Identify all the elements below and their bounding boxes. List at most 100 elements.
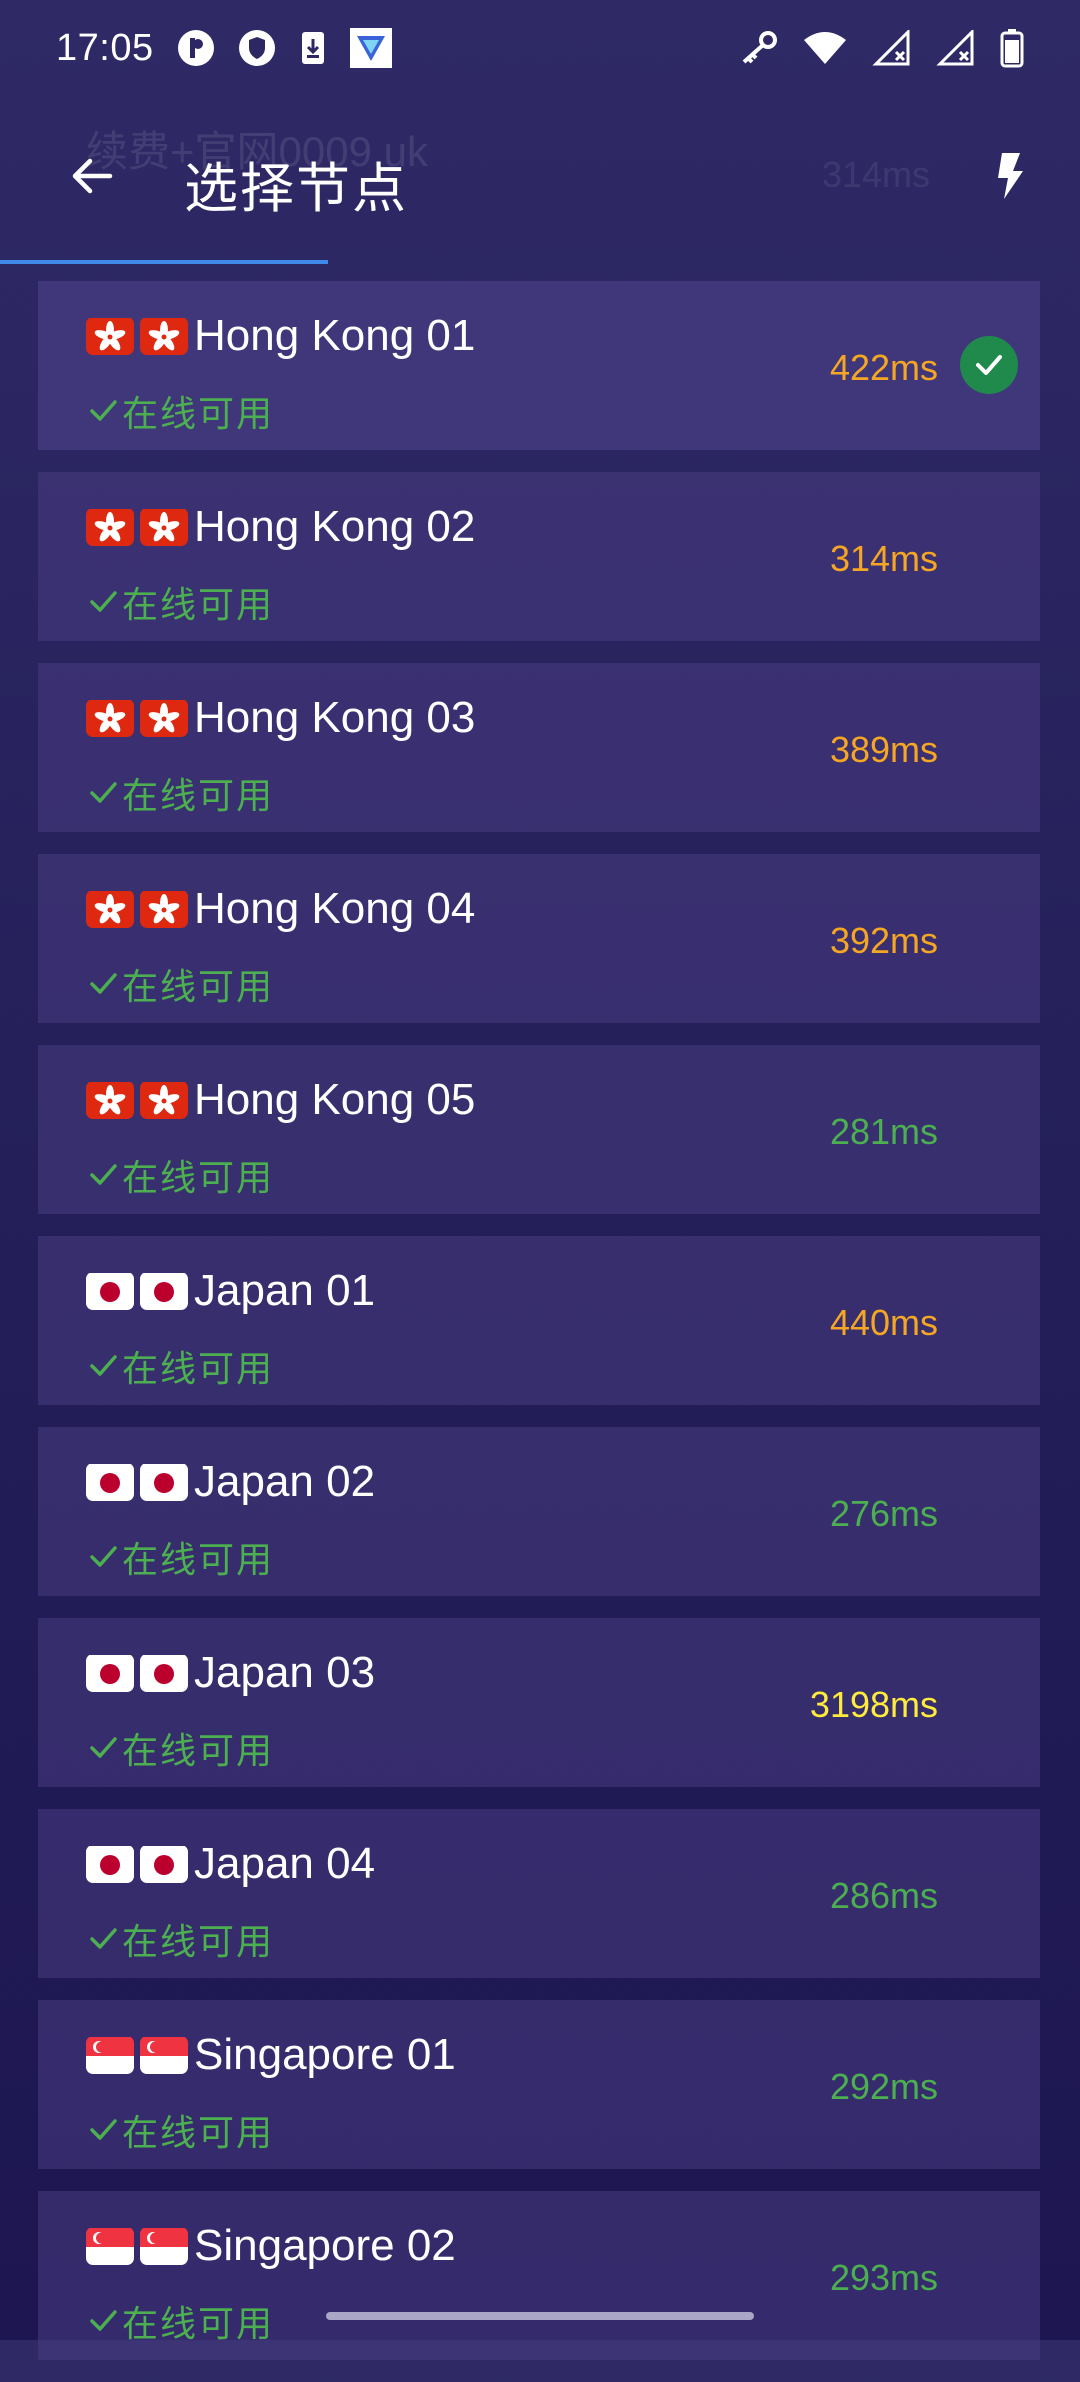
server-status-text: 在线可用: [122, 966, 275, 1007]
server-name: Japan 01: [194, 1266, 376, 1315]
server-name-row: Hong Kong 03: [86, 693, 475, 743]
server-name-row: Singapore 01: [86, 2030, 456, 2080]
hk-flag-icon: [140, 508, 188, 546]
flag-group: [86, 1463, 188, 1501]
back-button[interactable]: [60, 146, 124, 210]
hk-flag-icon: [140, 699, 188, 737]
flag-group: [86, 1654, 188, 1692]
server-name-row: Singapore 02: [86, 2221, 456, 2271]
check-icon: [88, 587, 118, 617]
background-ghost-latency: 314ms: [821, 154, 930, 195]
server-name-row: Hong Kong 01: [86, 311, 475, 361]
server-status-text: 在线可用: [122, 584, 275, 625]
status-left: 17:05: [56, 27, 392, 70]
server-item[interactable]: Hong Kong 02 在线可用 314ms: [38, 472, 1040, 641]
check-icon: [88, 2115, 118, 2145]
server-name: Japan 04: [194, 1839, 376, 1888]
server-latency: 293ms: [829, 2257, 938, 2298]
server-item[interactable]: Singapore 02 在线可用 293ms: [38, 2191, 1040, 2360]
jp-flag-icon: [140, 1845, 188, 1883]
server-item[interactable]: Japan 04 在线可用 286ms: [38, 1809, 1040, 1978]
server-name-row: Hong Kong 04: [86, 884, 475, 934]
flag-group: [86, 2036, 188, 2074]
vpn-app-icon: [349, 28, 392, 68]
hk-flag-icon: [86, 508, 134, 546]
server-latency: 281ms: [829, 1111, 938, 1152]
signal-off-icon: [936, 30, 976, 66]
flash-test-button[interactable]: [978, 146, 1042, 210]
hk-flag-icon: [86, 699, 134, 737]
server-item[interactable]: Japan 03 在线可用 3198ms: [38, 1618, 1040, 1787]
server-item[interactable]: Japan 02 在线可用 276ms: [38, 1427, 1040, 1596]
server-status: 在线可用: [88, 385, 274, 437]
jp-flag-icon: [140, 1463, 188, 1501]
server-name: Hong Kong 02: [194, 502, 476, 551]
server-item[interactable]: Japan 01 在线可用 440ms: [38, 1236, 1040, 1405]
hk-flag-icon: [86, 317, 134, 355]
server-status: 在线可用: [88, 2295, 274, 2347]
back-arrow-icon: [70, 156, 114, 201]
jp-flag-icon: [140, 1654, 188, 1692]
server-status: 在线可用: [88, 1340, 274, 1392]
signal-off-icon: [872, 30, 912, 66]
flag-group: [86, 1845, 188, 1883]
server-status: 在线可用: [88, 958, 274, 1010]
server-latency: 286ms: [829, 1875, 938, 1916]
server-status: 在线可用: [88, 1149, 274, 1201]
sg-flag-icon: [86, 2227, 134, 2265]
server-latency: 292ms: [829, 2066, 938, 2107]
server-item[interactable]: Hong Kong 05 在线可用 281ms: [38, 1045, 1040, 1214]
server-latency: 422ms: [829, 347, 938, 388]
hk-flag-icon: [140, 890, 188, 928]
key-icon: [738, 30, 778, 66]
flag-group: [86, 1272, 188, 1310]
server-name-row: Japan 03: [86, 1648, 375, 1698]
server-status: 在线可用: [88, 1722, 274, 1774]
sg-flag-icon: [86, 2036, 134, 2074]
server-latency: 440ms: [829, 1302, 938, 1343]
server-status-text: 在线可用: [122, 393, 275, 434]
download-box-icon: [298, 29, 328, 67]
server-name: Japan 03: [194, 1648, 376, 1697]
server-item[interactable]: Hong Kong 04 在线可用 392ms: [38, 854, 1040, 1023]
status-right: [738, 28, 1024, 68]
selected-check-icon: [960, 336, 1018, 394]
jp-flag-icon: [86, 1845, 134, 1883]
shield-icon: [238, 28, 276, 68]
check-icon: [88, 396, 118, 426]
jp-flag-icon: [140, 1272, 188, 1310]
server-status: 在线可用: [88, 1531, 274, 1583]
check-icon: [88, 2306, 118, 2336]
server-name: Hong Kong 05: [194, 1075, 476, 1124]
server-item[interactable]: Singapore 01 在线可用 292ms: [38, 2000, 1040, 2169]
flag-group: [86, 1081, 188, 1119]
server-list: Hong Kong 01 在线可用 422ms Hong Kong 02 在线可用 314…: [38, 281, 1040, 2382]
server-status-text: 在线可用: [122, 2303, 275, 2344]
hk-flag-icon: [86, 1081, 134, 1119]
server-status: 在线可用: [88, 576, 274, 628]
server-latency: 276ms: [829, 1493, 938, 1534]
server-latency: 314ms: [829, 538, 938, 579]
server-latency: 392ms: [829, 920, 938, 961]
server-name-row: Hong Kong 02: [86, 502, 475, 552]
status-bar: 17:05: [0, 0, 1080, 96]
server-name: Hong Kong 03: [194, 693, 476, 742]
flag-group: [86, 890, 188, 928]
sg-flag-icon: [140, 2036, 188, 2074]
wifi-icon: [802, 30, 848, 66]
page-title: 选择节点: [184, 159, 408, 219]
server-item[interactable]: Hong Kong 03 在线可用 389ms: [38, 663, 1040, 832]
flag-group: [86, 317, 188, 355]
app-bar: 续费+官网0009.uk 314ms 选择节点: [0, 96, 1080, 264]
server-name-row: Japan 02: [86, 1457, 375, 1507]
server-item[interactable]: Hong Kong 01 在线可用 422ms: [38, 281, 1040, 450]
check-icon: [88, 1924, 118, 1954]
battery-icon: [1000, 28, 1024, 68]
status-time: 17:05: [56, 26, 154, 69]
home-indicator[interactable]: [326, 2312, 754, 2320]
jp-flag-icon: [86, 1463, 134, 1501]
server-name: Singapore 02: [194, 2221, 456, 2270]
server-latency: 3198ms: [809, 1684, 938, 1725]
server-name-row: Japan 01: [86, 1266, 375, 1316]
server-status-text: 在线可用: [122, 1157, 275, 1198]
